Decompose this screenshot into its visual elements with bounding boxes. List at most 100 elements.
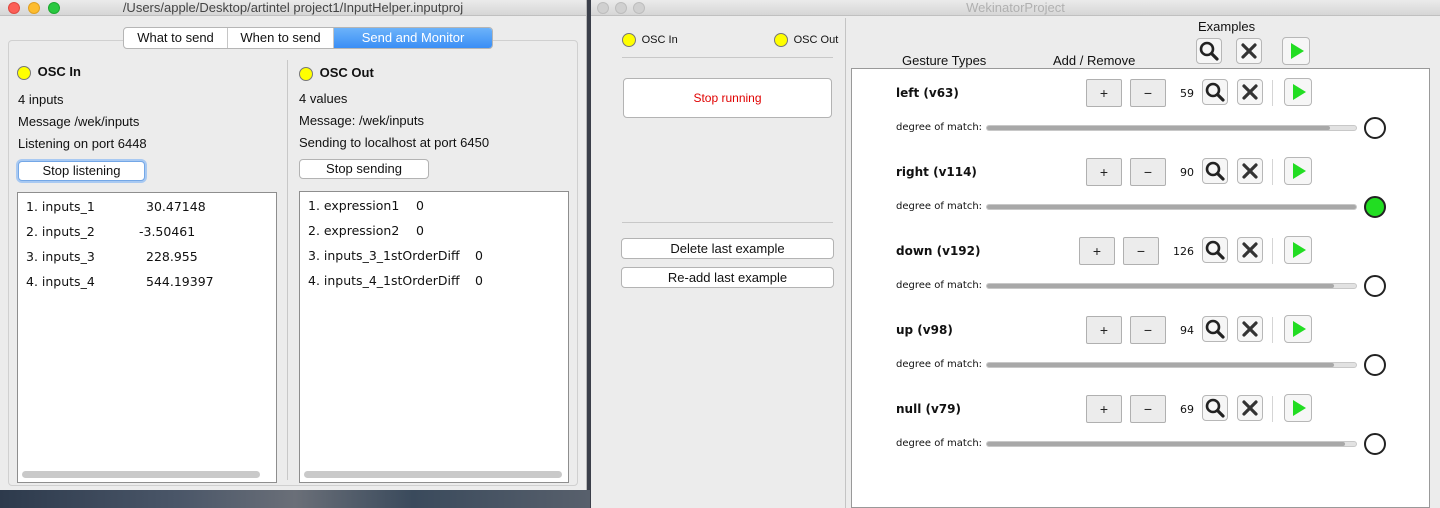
degree-of-match-label: degree of match:	[896, 201, 983, 212]
match-indicator	[1364, 117, 1386, 139]
remove-example-button[interactable]: −	[1130, 316, 1166, 344]
gesture-name: left (v63)	[896, 86, 959, 100]
stop-sending-button[interactable]: Stop sending	[299, 159, 429, 179]
delete-examples-button[interactable]	[1237, 158, 1263, 184]
outputs-list[interactable]: 1. expression1 0 2. expression2 0 3. input…	[299, 191, 569, 483]
values-count: 4 values	[299, 91, 348, 106]
zoom-window-button[interactable]	[633, 2, 645, 14]
input-helper-window: /Users/apple/Desktop/artintel project1/I…	[0, 0, 587, 490]
degree-of-match-label: degree of match:	[896, 438, 983, 449]
delete-examples-button[interactable]	[1237, 79, 1263, 105]
delete-examples-button[interactable]	[1237, 395, 1263, 421]
close-window-button[interactable]	[597, 2, 609, 14]
minimize-window-button[interactable]	[615, 2, 627, 14]
play-gesture-button[interactable]	[1284, 394, 1312, 422]
wek-osc-in-status: OSC In	[622, 31, 678, 47]
add-example-button[interactable]: +	[1079, 237, 1115, 265]
close-window-button[interactable]	[8, 2, 20, 14]
play-gesture-button[interactable]	[1284, 236, 1312, 264]
remove-example-button[interactable]: −	[1123, 237, 1159, 265]
remove-example-button[interactable]: −	[1130, 158, 1166, 186]
osc-out-header: OSC Out	[299, 65, 374, 81]
divider	[1272, 238, 1273, 264]
view-examples-button[interactable]	[1202, 79, 1228, 105]
view-examples-button[interactable]	[1202, 237, 1228, 263]
wek-osc-out-status: OSC Out	[774, 31, 838, 47]
play-all-button[interactable]	[1282, 37, 1310, 65]
magnifier-icon	[1205, 398, 1225, 418]
delete-all-examples-button[interactable]	[1236, 38, 1262, 64]
example-count: 59	[1180, 87, 1194, 100]
match-indicator	[1364, 433, 1386, 455]
list-item: 1. expression1 0	[308, 198, 424, 213]
view-examples-button[interactable]	[1202, 158, 1228, 184]
wek-osc-out-label: OSC Out	[793, 34, 839, 46]
add-example-button[interactable]: +	[1086, 395, 1122, 423]
tab-bar: What to send When to send Send and Monit…	[123, 27, 493, 49]
view-examples-button[interactable]	[1202, 395, 1228, 421]
tab-send-and-monitor[interactable]: Send and Monitor	[334, 28, 492, 48]
match-bar-fill	[987, 126, 1331, 130]
example-count: 94	[1180, 324, 1194, 337]
play-gesture-button[interactable]	[1284, 315, 1312, 343]
examples-label: Examples	[1198, 19, 1256, 34]
list-item: 3. inputs_3 228.955	[26, 249, 198, 264]
gesture-name: right (v114)	[896, 165, 977, 179]
divider	[1272, 396, 1273, 422]
desktop-background	[0, 490, 590, 508]
play-gesture-button[interactable]	[1284, 78, 1312, 106]
delete-last-example-button[interactable]: Delete last example	[621, 238, 834, 259]
x-icon	[1242, 163, 1258, 179]
osc-in-header: OSC In	[17, 64, 81, 80]
x-icon	[1242, 84, 1258, 100]
remove-example-button[interactable]: −	[1130, 79, 1166, 107]
tab-when-to-send[interactable]: When to send	[228, 28, 334, 48]
minimize-window-button[interactable]	[28, 2, 40, 14]
match-bar	[986, 125, 1357, 131]
match-indicator	[1364, 275, 1386, 297]
view-examples-button[interactable]	[1202, 316, 1228, 342]
match-bar-fill	[987, 363, 1334, 367]
gesture-types-label: Gesture Types	[902, 53, 987, 68]
stop-listening-button[interactable]: Stop listening	[18, 161, 145, 181]
play-gesture-button[interactable]	[1284, 157, 1312, 185]
osc-out-message: Message: /wek/inputs	[299, 113, 425, 128]
add-example-button[interactable]: +	[1086, 316, 1122, 344]
osc-in-heading: OSC In	[37, 64, 81, 79]
tab-what-to-send[interactable]: What to send	[124, 28, 228, 48]
sending-port: Sending to localhost at port 6450	[299, 135, 490, 150]
inputs-count: 4 inputs	[18, 92, 64, 107]
horizontal-scrollbar[interactable]	[22, 471, 260, 478]
add-example-button[interactable]: +	[1086, 79, 1122, 107]
list-item: 2. inputs_2 -3.50461	[26, 224, 196, 239]
delete-examples-button[interactable]	[1237, 237, 1263, 263]
gesture-name: down (v192)	[896, 244, 981, 258]
horizontal-scrollbar[interactable]	[304, 471, 562, 478]
divider	[1272, 159, 1273, 185]
stop-running-button[interactable]: Stop running	[623, 78, 832, 118]
degree-of-match-label: degree of match:	[896, 359, 983, 370]
magnifier-icon	[1205, 82, 1225, 102]
remove-example-button[interactable]: −	[1130, 395, 1166, 423]
add-example-button[interactable]: +	[1086, 158, 1122, 186]
match-bar	[986, 362, 1357, 368]
osc-in-message: Message /wek/inputs	[18, 114, 140, 129]
zoom-window-button[interactable]	[48, 2, 60, 14]
example-count: 90	[1180, 166, 1194, 179]
wek-osc-out-indicator	[774, 32, 788, 47]
magnifier-icon	[1205, 161, 1225, 181]
separator	[622, 57, 833, 58]
inputs-list[interactable]: 1. inputs_1 30.47148 2. inputs_2 -3.50461 …	[17, 192, 277, 483]
readd-last-example-button[interactable]: Re-add last example	[621, 267, 834, 288]
osc-out-indicator	[299, 66, 313, 81]
list-item: 3. inputs_3_1stOrderDiff 0	[308, 248, 483, 263]
x-icon	[1241, 43, 1257, 59]
play-icon	[1293, 400, 1306, 416]
gesture-name: null (v79)	[896, 402, 961, 416]
example-count: 69	[1180, 403, 1194, 416]
osc-out-heading: OSC Out	[319, 65, 374, 80]
delete-examples-button[interactable]	[1237, 316, 1263, 342]
list-item: 2. expression2 0	[308, 223, 424, 238]
panel-divider	[845, 18, 846, 508]
view-all-examples-button[interactable]	[1196, 38, 1222, 64]
